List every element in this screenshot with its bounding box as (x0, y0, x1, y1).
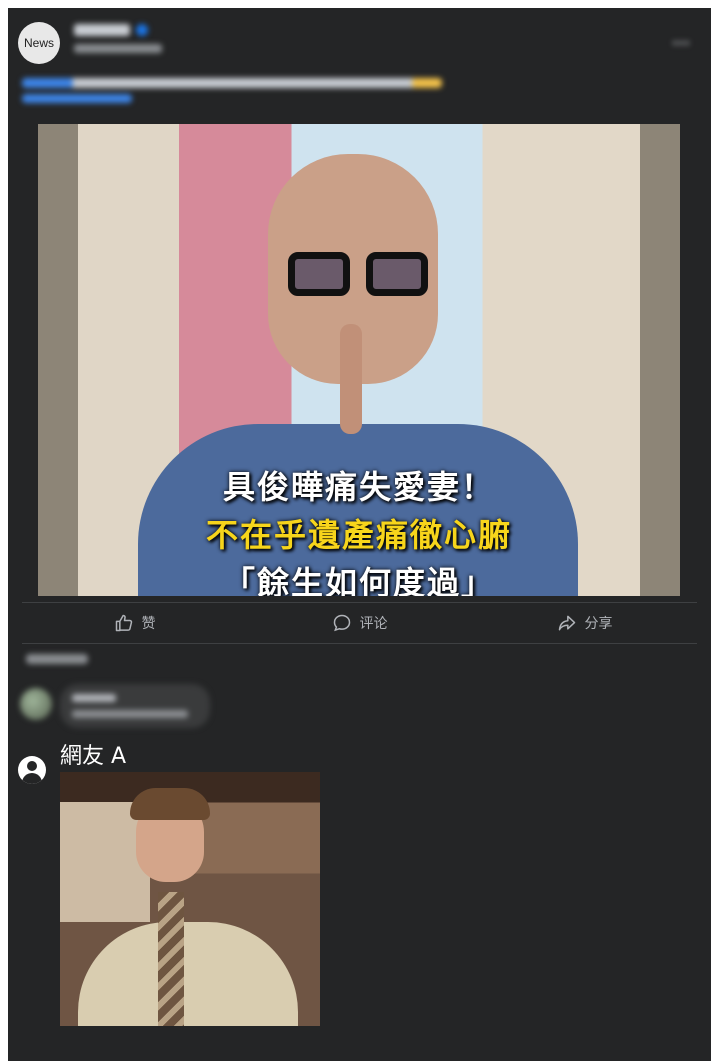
post-caption-redacted (22, 78, 452, 108)
comment-sort-redacted[interactable] (26, 654, 88, 664)
commenter-avatar-redacted[interactable] (20, 688, 52, 720)
comment-meme-image[interactable] (60, 772, 320, 1026)
post-timestamp-redacted[interactable] (74, 44, 162, 53)
meme-hair (130, 788, 210, 820)
photo-sunglasses (288, 252, 438, 296)
comment-button[interactable]: 评论 (247, 606, 472, 640)
like-button[interactable]: 赞 (22, 606, 247, 640)
image-headline-line-3: 「餘生如何度過」 (222, 564, 495, 596)
photo-finger (340, 324, 362, 434)
meme-tie (158, 892, 184, 1026)
verified-badge-icon (136, 24, 148, 36)
image-headline-line-1: 具俊曄痛失愛妻！ (222, 468, 495, 506)
actions-top-divider (22, 602, 697, 603)
comment-bubble-redacted (60, 684, 210, 728)
meme-shirt (78, 922, 298, 1026)
page-avatar-text: News (23, 36, 54, 50)
like-label: 赞 (141, 616, 156, 632)
page-avatar[interactable]: News (18, 22, 60, 64)
comment-label: 评论 (359, 616, 388, 632)
post-header: News (18, 20, 701, 70)
actions-bottom-divider (22, 643, 697, 644)
share-label: 分享 (584, 616, 613, 632)
more-options-icon[interactable] (673, 30, 691, 45)
commenter-name[interactable]: 網友 A (60, 738, 126, 770)
post-actions-bar: 赞 评论 分享 (22, 606, 697, 640)
page-name-redacted[interactable] (74, 24, 130, 36)
thumbs-up-icon (115, 614, 132, 632)
comment-icon (333, 614, 350, 632)
image-headline-line-2: 不在乎遺產痛徹心腑 (205, 516, 512, 554)
meme-wall (60, 802, 150, 922)
share-button[interactable]: 分享 (472, 606, 697, 640)
share-icon (558, 615, 575, 631)
user-icon[interactable] (18, 756, 46, 784)
post-image[interactable]: 具俊曄痛失愛妻！ 不在乎遺產痛徹心腑 「餘生如何度過」 (38, 124, 680, 596)
post-card: News 具俊曄痛失愛妻！ 不在乎遺產痛徹心腑 「餘生如何度過」 赞 评论 分享… (8, 8, 711, 1061)
